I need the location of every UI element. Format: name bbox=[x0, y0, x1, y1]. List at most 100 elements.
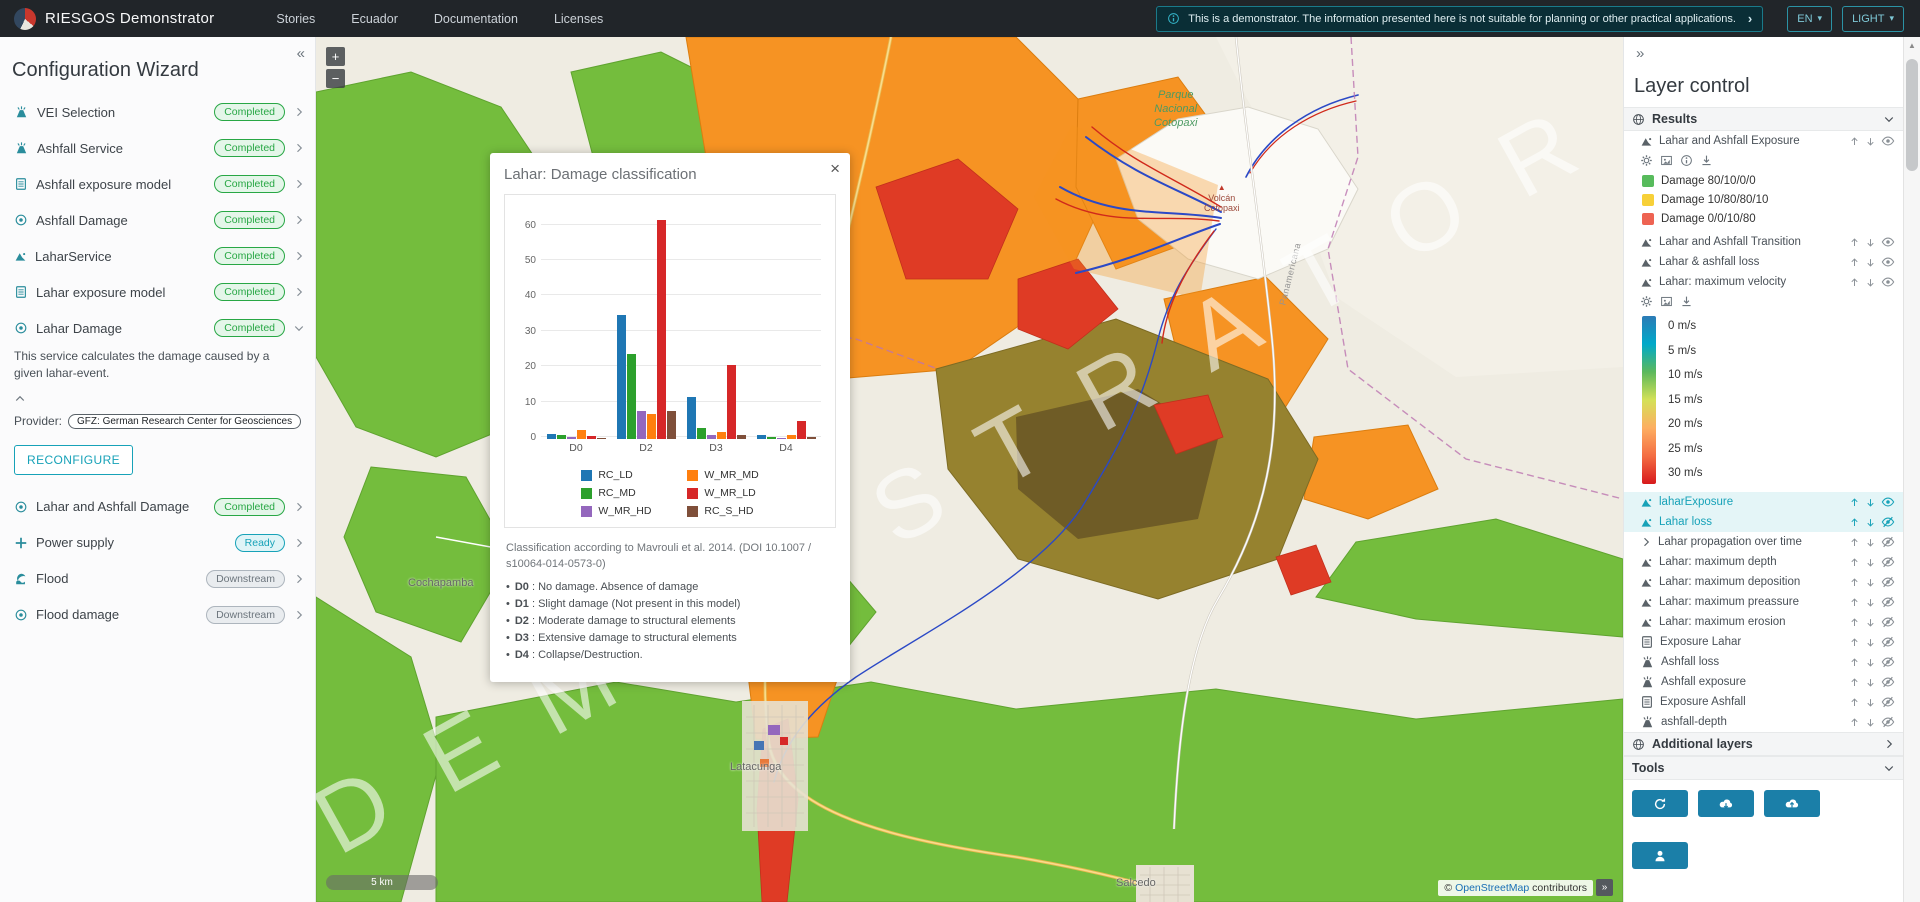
wizard-step-lahar-exposure-model[interactable]: Lahar exposure modelCompleted bbox=[0, 274, 315, 310]
nav-stories[interactable]: Stories bbox=[276, 12, 315, 26]
visibility-off-icon[interactable] bbox=[1881, 655, 1895, 669]
move-layer-down-icon[interactable] bbox=[1865, 677, 1876, 688]
layer-row-lahar-maximum-deposition[interactable]: Lahar: maximum deposition bbox=[1624, 572, 1903, 592]
wizard-step-vei-selection[interactable]: VEI SelectionCompleted bbox=[0, 94, 315, 130]
language-dropdown[interactable]: EN ▾ bbox=[1787, 6, 1832, 32]
layer-row-lahar-maximum-velocity[interactable]: Lahar: maximum velocity bbox=[1624, 272, 1903, 292]
wizard-step-laharservice[interactable]: LaharServiceCompleted bbox=[0, 238, 315, 274]
move-layer-up-icon[interactable] bbox=[1849, 497, 1860, 508]
visibility-off-icon[interactable] bbox=[1881, 595, 1895, 609]
sidebar-collapse-icon[interactable]: « bbox=[297, 45, 305, 62]
zoom-in-button[interactable]: + bbox=[326, 47, 345, 66]
move-layer-down-icon[interactable] bbox=[1865, 517, 1876, 528]
nav-licenses[interactable]: Licenses bbox=[554, 12, 603, 26]
wizard-step-flood-damage[interactable]: Flood damageDownstream bbox=[0, 597, 315, 633]
move-layer-down-icon[interactable] bbox=[1865, 717, 1876, 728]
wizard-step-ashfall-damage[interactable]: Ashfall DamageCompleted bbox=[0, 202, 315, 238]
zoom-out-button[interactable]: − bbox=[326, 69, 345, 88]
openstreetmap-link[interactable]: OpenStreetMap bbox=[1455, 882, 1529, 894]
gear-icon[interactable] bbox=[1640, 154, 1653, 167]
move-layer-up-icon[interactable] bbox=[1849, 577, 1860, 588]
layer-row-lahar-maximum-depth[interactable]: Lahar: maximum depth bbox=[1624, 552, 1903, 572]
layer-row-lahar-propagation-over-time[interactable]: Lahar propagation over time bbox=[1624, 532, 1903, 552]
move-layer-down-icon[interactable] bbox=[1865, 136, 1876, 147]
layer-row-lahar-ashfall-loss[interactable]: Lahar & ashfall loss bbox=[1624, 252, 1903, 272]
move-layer-up-icon[interactable] bbox=[1849, 677, 1860, 688]
layer-row-ashfall-exposure[interactable]: Ashfall exposure bbox=[1624, 672, 1903, 692]
move-layer-down-icon[interactable] bbox=[1865, 537, 1876, 548]
download-icon[interactable] bbox=[1700, 154, 1713, 167]
cloud-upload-button[interactable] bbox=[1764, 790, 1820, 817]
move-layer-down-icon[interactable] bbox=[1865, 597, 1876, 608]
layer-row-lahar-maximum-erosion[interactable]: Lahar: maximum erosion bbox=[1624, 612, 1903, 632]
section-additional-layers[interactable]: Additional layers bbox=[1624, 732, 1903, 756]
chevron-up-icon[interactable] bbox=[14, 393, 26, 405]
visibility-off-icon[interactable] bbox=[1881, 555, 1895, 569]
move-layer-down-icon[interactable] bbox=[1865, 577, 1876, 588]
move-layer-up-icon[interactable] bbox=[1849, 717, 1860, 728]
move-layer-down-icon[interactable] bbox=[1865, 557, 1876, 568]
visibility-off-icon[interactable] bbox=[1881, 515, 1895, 529]
move-layer-up-icon[interactable] bbox=[1849, 257, 1860, 268]
move-layer-up-icon[interactable] bbox=[1849, 277, 1860, 288]
visibility-on-icon[interactable] bbox=[1881, 134, 1895, 148]
move-layer-up-icon[interactable] bbox=[1849, 517, 1860, 528]
move-layer-down-icon[interactable] bbox=[1865, 617, 1876, 628]
move-layer-down-icon[interactable] bbox=[1865, 657, 1876, 668]
attribution-expand-icon[interactable]: » bbox=[1596, 879, 1613, 896]
layer-row-lahar-and-ashfall-exposure[interactable]: Lahar and Ashfall Exposure bbox=[1624, 131, 1903, 151]
layer-row-exposure-lahar[interactable]: Exposure Lahar bbox=[1624, 632, 1903, 652]
scrollbar-thumb[interactable] bbox=[1906, 59, 1918, 171]
visibility-on-icon[interactable] bbox=[1881, 495, 1895, 509]
page-scrollbar[interactable]: ▲ bbox=[1903, 37, 1920, 902]
move-layer-up-icon[interactable] bbox=[1849, 657, 1860, 668]
theme-dropdown[interactable]: LIGHT ▾ bbox=[1842, 6, 1904, 32]
cloud-download-button[interactable] bbox=[1698, 790, 1754, 817]
visibility-off-icon[interactable] bbox=[1881, 695, 1895, 709]
image-icon[interactable] bbox=[1660, 154, 1673, 167]
user-button[interactable] bbox=[1632, 842, 1688, 869]
move-layer-up-icon[interactable] bbox=[1849, 597, 1860, 608]
visibility-off-icon[interactable] bbox=[1881, 715, 1895, 729]
move-layer-up-icon[interactable] bbox=[1849, 637, 1860, 648]
move-layer-down-icon[interactable] bbox=[1865, 237, 1876, 248]
visibility-off-icon[interactable] bbox=[1881, 535, 1895, 549]
section-tools[interactable]: Tools bbox=[1624, 756, 1903, 780]
wizard-step-ashfall-service[interactable]: Ashfall ServiceCompleted bbox=[0, 130, 315, 166]
layer-row-ashfall-depth[interactable]: ashfall-depth bbox=[1624, 712, 1903, 732]
visibility-off-icon[interactable] bbox=[1881, 575, 1895, 589]
move-layer-up-icon[interactable] bbox=[1849, 557, 1860, 568]
image-icon[interactable] bbox=[1660, 295, 1673, 308]
visibility-off-icon[interactable] bbox=[1881, 635, 1895, 649]
wizard-step-lahar-and-ashfall-damage[interactable]: Lahar and Ashfall DamageCompleted bbox=[0, 489, 315, 525]
wizard-step-lahar-damage[interactable]: Lahar DamageCompleted bbox=[0, 310, 315, 346]
reconfigure-button[interactable]: RECONFIGURE bbox=[14, 445, 133, 475]
visibility-on-icon[interactable] bbox=[1881, 275, 1895, 289]
wizard-step-flood[interactable]: FloodDownstream bbox=[0, 561, 315, 597]
move-layer-down-icon[interactable] bbox=[1865, 257, 1876, 268]
gear-icon[interactable] bbox=[1640, 295, 1653, 308]
panel-collapse-icon[interactable]: » bbox=[1636, 45, 1903, 62]
nav-ecuador[interactable]: Ecuador bbox=[351, 12, 398, 26]
move-layer-up-icon[interactable] bbox=[1849, 617, 1860, 628]
scroll-up-icon[interactable]: ▲ bbox=[1904, 37, 1920, 54]
visibility-on-icon[interactable] bbox=[1881, 235, 1895, 249]
layer-row-ashfall-loss[interactable]: Ashfall loss bbox=[1624, 652, 1903, 672]
visibility-on-icon[interactable] bbox=[1881, 255, 1895, 269]
layer-row-exposure-ashfall[interactable]: Exposure Ashfall bbox=[1624, 692, 1903, 712]
visibility-off-icon[interactable] bbox=[1881, 615, 1895, 629]
move-layer-down-icon[interactable] bbox=[1865, 277, 1876, 288]
move-layer-up-icon[interactable] bbox=[1849, 136, 1860, 147]
refresh-button[interactable] bbox=[1632, 790, 1688, 817]
alert-next-icon[interactable]: › bbox=[1748, 11, 1752, 26]
move-layer-down-icon[interactable] bbox=[1865, 637, 1876, 648]
move-layer-down-icon[interactable] bbox=[1865, 697, 1876, 708]
layer-row-lahar-loss[interactable]: Lahar loss bbox=[1624, 512, 1903, 532]
layer-row-laharexposure[interactable]: laharExposure bbox=[1624, 492, 1903, 512]
section-results[interactable]: Results bbox=[1624, 107, 1903, 131]
layer-row-lahar-and-ashfall-transition[interactable]: Lahar and Ashfall Transition bbox=[1624, 232, 1903, 252]
info-icon[interactable] bbox=[1680, 154, 1693, 167]
visibility-off-icon[interactable] bbox=[1881, 675, 1895, 689]
wizard-step-power-supply[interactable]: Power supplyReady bbox=[0, 525, 315, 561]
move-layer-up-icon[interactable] bbox=[1849, 237, 1860, 248]
